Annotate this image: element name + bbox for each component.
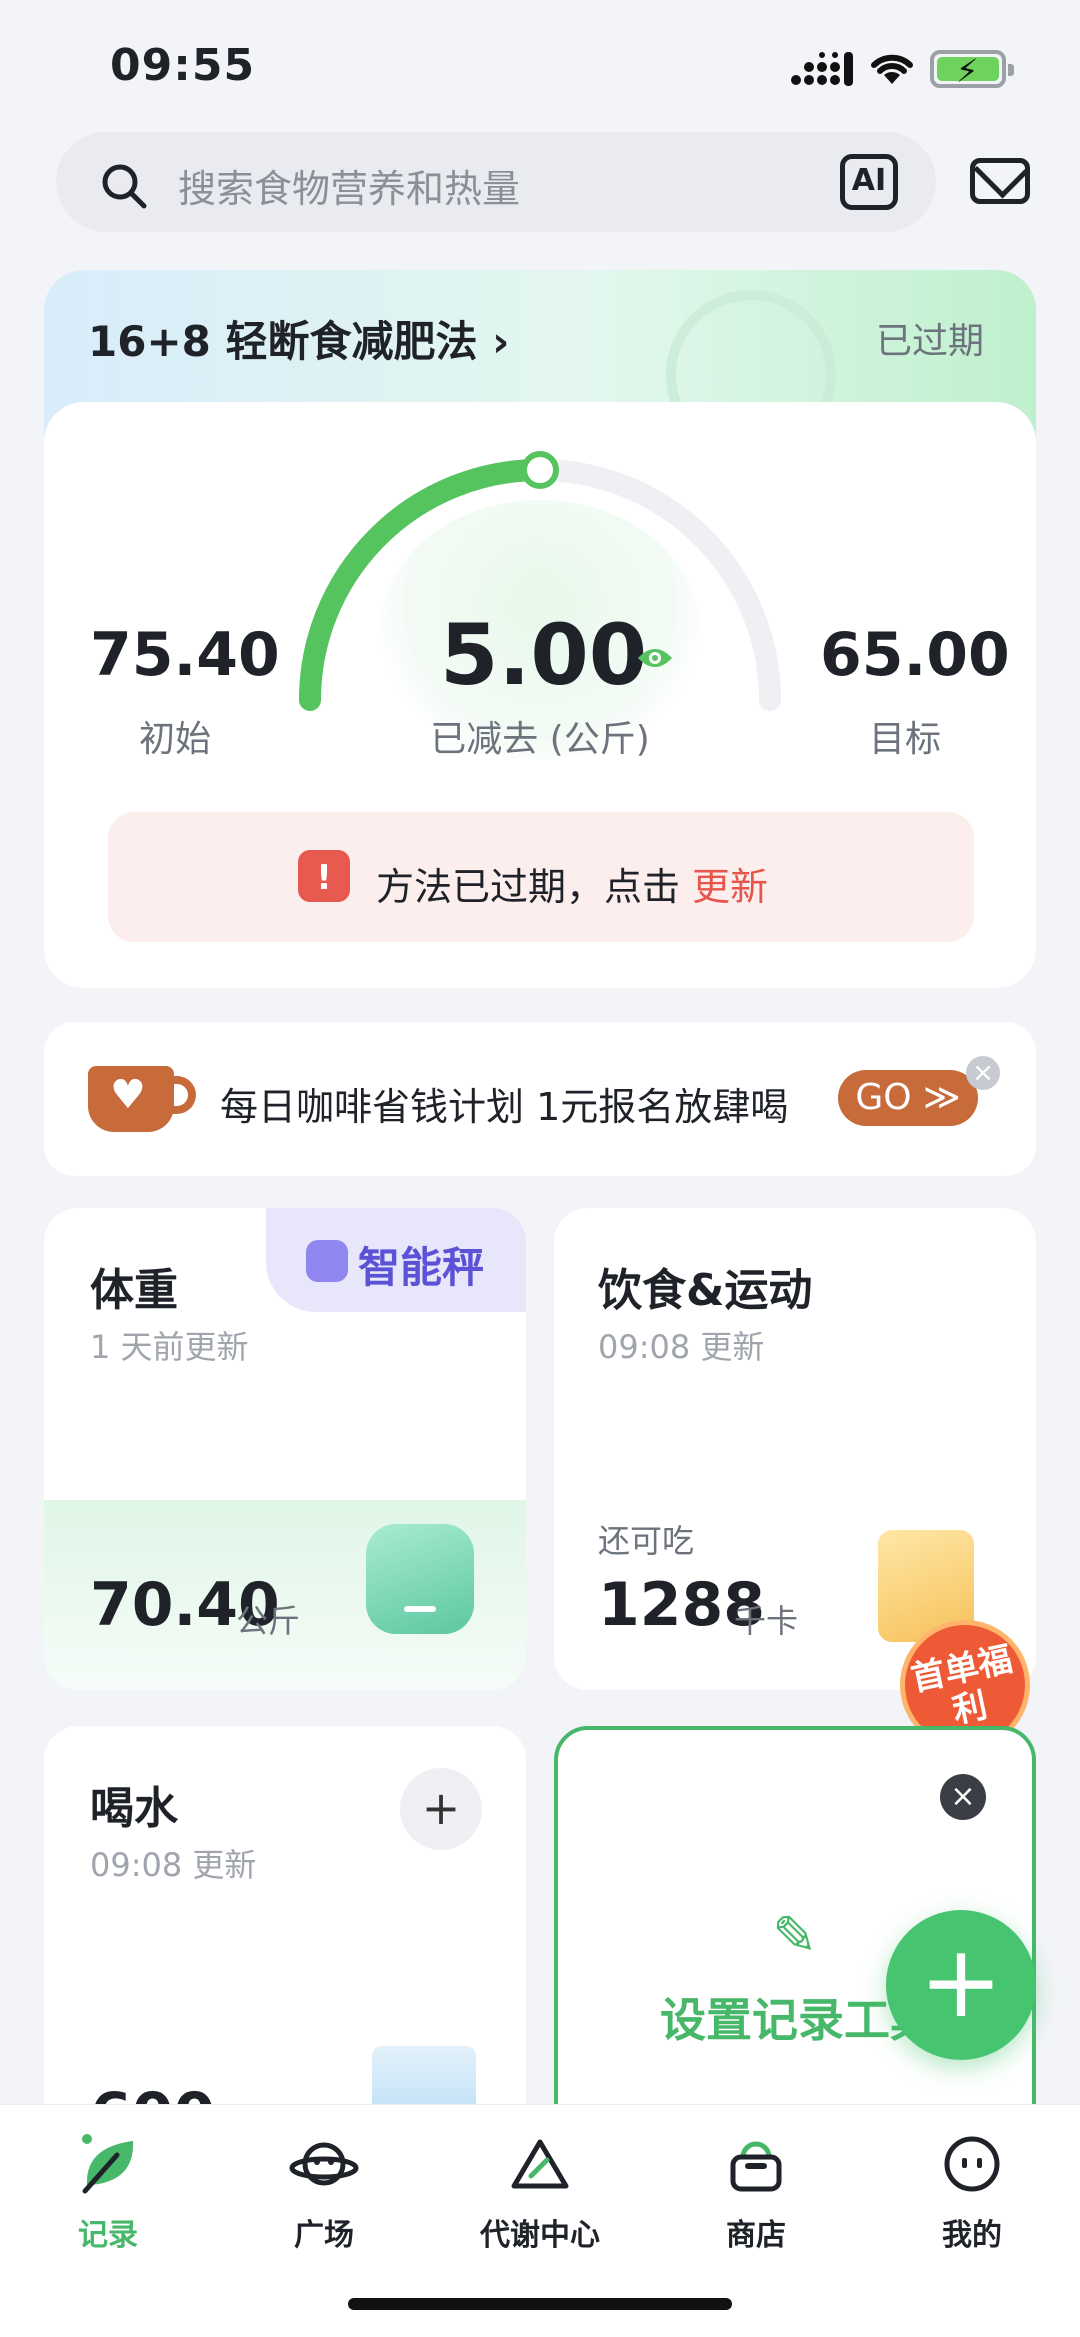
nav-square[interactable]: 广场: [216, 2124, 432, 2254]
nav-metabolism[interactable]: 代谢中心: [432, 2124, 648, 2254]
smart-scale-label: 智能秤: [358, 1243, 485, 1292]
calories-unit: 千卡: [734, 1602, 799, 1640]
shopping-bag-icon: [648, 2124, 864, 2204]
status-time: 09:55: [110, 40, 256, 91]
cellular-signal-icon: [790, 52, 854, 90]
wifi-icon: [868, 48, 916, 90]
nav-label: 我的: [942, 2218, 1002, 2253]
calories-remaining-label: 还可吃: [598, 1522, 695, 1560]
heart-icon: ♥: [110, 1072, 146, 1118]
leaf-icon: [0, 2124, 216, 2204]
weight-updated: 1 天前更新: [90, 1328, 249, 1366]
nav-label: 广场: [294, 2218, 354, 2253]
eye-icon[interactable]: [636, 644, 674, 676]
nav-shop[interactable]: 商店: [648, 2124, 864, 2254]
water-updated: 09:08 更新: [90, 1846, 257, 1884]
diet-updated: 09:08 更新: [598, 1328, 765, 1366]
weight-lost-label: 已减去 (公斤): [430, 719, 650, 760]
nav-record[interactable]: 记录: [0, 2124, 216, 2254]
goal-weight-label: 目标: [868, 719, 941, 760]
ai-scan-icon[interactable]: AI: [840, 154, 898, 210]
coffee-promo-text: 每日咖啡省钱计划 1元报名放肆喝: [220, 1085, 789, 1129]
goal-weight-value: 65.00: [820, 620, 1010, 690]
planet-icon: [216, 2124, 432, 2204]
search-icon: [100, 162, 148, 214]
update-link[interactable]: 更新: [692, 856, 768, 911]
gauge-icon: [306, 1240, 348, 1282]
setup-close-icon[interactable]: ×: [940, 1774, 986, 1820]
search-input[interactable]: 搜索食物营养和热量: [178, 158, 520, 213]
progress-knob: [521, 451, 559, 489]
scale-icon: [366, 1524, 474, 1634]
add-record-fab[interactable]: +: [886, 1910, 1036, 2060]
fasting-plan-title[interactable]: 16+8 轻断食减肥法 ›: [88, 308, 509, 369]
pencil-icon: ✎: [772, 1904, 818, 1967]
weight-lost-value: 5.00: [440, 606, 648, 704]
go-button[interactable]: GO ≫: [838, 1070, 978, 1126]
profile-face-icon: [864, 2124, 1080, 2204]
fasting-plan-status: 已过期: [876, 321, 985, 362]
weight-unit: 公斤: [236, 1602, 301, 1640]
calendar-alert-icon: !: [298, 850, 350, 902]
triangle-icon: [432, 2124, 648, 2204]
add-water-button[interactable]: +: [400, 1768, 482, 1850]
battery-icon: ⚡: [930, 50, 1014, 90]
nav-label: 商店: [726, 2218, 786, 2253]
mail-icon[interactable]: [970, 158, 1030, 204]
nav-label: 记录: [78, 2218, 138, 2253]
banner-close-icon[interactable]: ×: [966, 1056, 1000, 1090]
weight-title: 体重: [90, 1265, 178, 1316]
nav-label: 代谢中心: [480, 2218, 600, 2253]
diet-title: 饮食&运动: [598, 1265, 813, 1316]
initial-weight-label: 初始: [138, 719, 211, 760]
notice-text: 方法已过期，点击: [376, 865, 681, 909]
home-indicator[interactable]: [348, 2298, 732, 2310]
nav-mine[interactable]: 我的: [864, 2124, 1080, 2254]
initial-weight-value: 75.40: [90, 620, 280, 690]
water-title: 喝水: [90, 1783, 178, 1834]
